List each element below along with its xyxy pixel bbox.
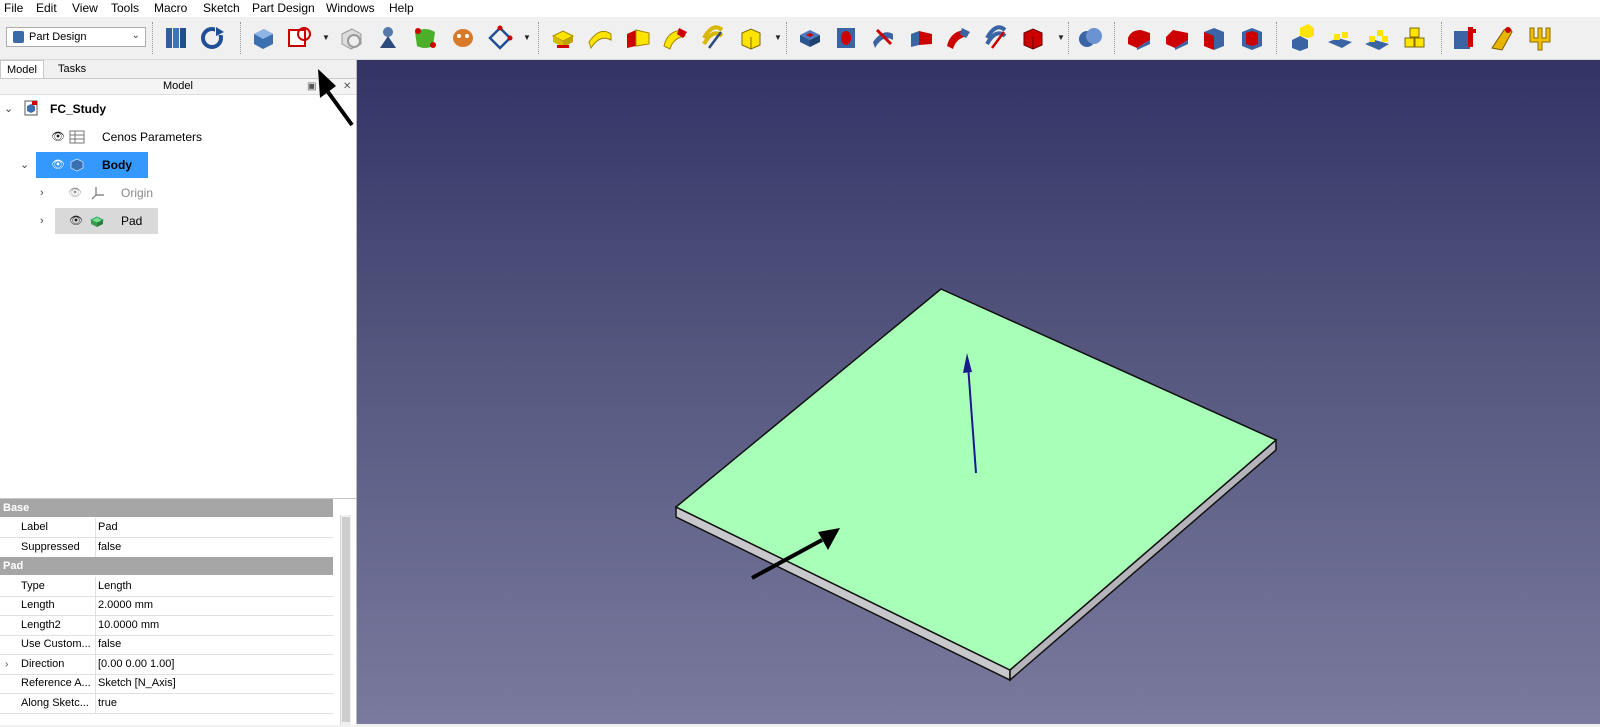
annotation-overlay xyxy=(318,69,840,580)
annotation-arrow-face-shaft xyxy=(751,538,823,580)
annotation-arrow-toolbar-shaft xyxy=(326,90,354,127)
